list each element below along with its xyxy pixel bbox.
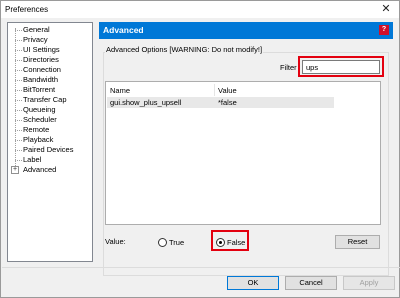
radio-false[interactable]: False [216, 237, 245, 247]
tree-item-label: Bandwidth [23, 75, 59, 84]
options-table: Name Value gui.show_plus_upsell *false [105, 81, 381, 225]
expand-icon[interactable]: + [11, 166, 19, 174]
apply-button[interactable]: Apply [343, 276, 395, 290]
filter-label: Filter [280, 63, 297, 72]
tree-item-label: Remote [23, 125, 50, 134]
panel-header: Advanced ? [99, 22, 393, 39]
tree-item-label: General [23, 25, 50, 34]
reset-button[interactable]: Reset [335, 235, 380, 249]
column-header-value[interactable]: Value [218, 86, 237, 95]
tree-item-label: Advanced [23, 165, 57, 174]
cancel-button[interactable]: Cancel [285, 276, 337, 290]
window-title: Preferences [5, 5, 49, 14]
row-value: *false [218, 98, 237, 107]
tree-item-label: Transfer Cap [23, 95, 67, 104]
footer-divider [2, 267, 400, 268]
close-icon[interactable]: ✕ [379, 2, 393, 16]
row-name: gui.show_plus_upsell [110, 98, 182, 107]
tree-item-label: Queueing [23, 105, 56, 114]
radio-true[interactable]: True [158, 237, 184, 247]
value-label: Value: [105, 237, 126, 246]
tree-item-label: Directories [23, 55, 59, 64]
tree-item-label: Label [23, 155, 42, 164]
title-bar: Preferences ✕ [1, 1, 399, 18]
preferences-tree: General Privacy UI Settings Directories … [7, 22, 93, 262]
group-label: Advanced Options [WARNING: Do not modify… [105, 45, 264, 54]
tree-item-label: Privacy [23, 35, 48, 44]
tree-item-label: Playback [23, 135, 54, 144]
tree-item-label: UI Settings [23, 45, 60, 54]
tree-item-label: Scheduler [23, 115, 57, 124]
filter-input[interactable] [302, 60, 380, 74]
radio-false-label: False [227, 237, 246, 247]
radio-true-circle[interactable] [158, 237, 167, 247]
radio-false-circle[interactable] [216, 237, 225, 247]
tree-item-label: BitTorrent [23, 85, 56, 94]
table-row[interactable]: gui.show_plus_upsell *false [107, 97, 334, 108]
preferences-window: Preferences ✕ General Privacy UI Setting… [0, 0, 400, 298]
radio-true-label: True [169, 237, 185, 247]
tree-item-label: Paired Devices [23, 145, 74, 154]
column-separator [214, 84, 215, 96]
column-header-name[interactable]: Name [110, 86, 130, 95]
tree-item-label: Connection [23, 65, 61, 74]
help-icon[interactable]: ? [379, 25, 389, 35]
panel-title: Advanced [103, 25, 144, 35]
ok-button[interactable]: OK [227, 276, 279, 290]
